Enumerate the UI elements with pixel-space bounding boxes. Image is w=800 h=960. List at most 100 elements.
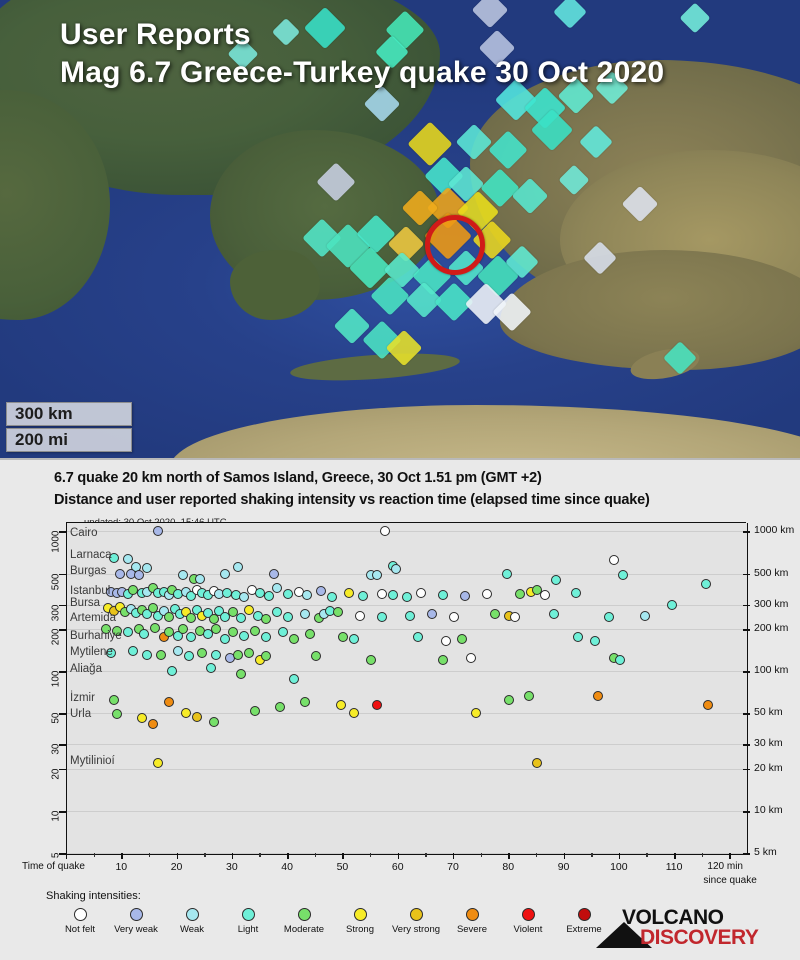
data-point: [142, 563, 153, 574]
gridline: [67, 810, 747, 812]
data-point: [236, 613, 247, 624]
data-point: [570, 588, 581, 599]
data-point: [194, 574, 205, 585]
data-point: [136, 713, 147, 724]
x-tick-label: 110: [665, 861, 683, 873]
data-point: [249, 625, 260, 636]
data-point: [540, 590, 551, 601]
data-point: [366, 655, 377, 666]
data-point: [263, 591, 274, 602]
data-point: [357, 591, 368, 602]
x-tick-major: [674, 853, 676, 859]
x-tick-major: [452, 853, 455, 859]
data-point: [111, 709, 122, 720]
legend-item[interactable]: Violent: [500, 908, 556, 935]
data-point: [277, 627, 288, 638]
data-point: [355, 610, 365, 621]
data-point: [504, 695, 515, 706]
data-point: [379, 526, 390, 537]
data-point: [178, 569, 189, 580]
city-label: Istanbul: [70, 584, 111, 597]
map-title-block: User Reports Mag 6.7 Greece-Turkey quake…: [60, 16, 664, 92]
x-tick-minor: [535, 853, 538, 857]
x-tick-major: [397, 853, 400, 859]
epicenter-circle: [425, 215, 485, 275]
data-point: [377, 611, 388, 622]
data-point: [305, 628, 316, 639]
data-point: [327, 591, 338, 602]
scale-bar-km: 300 km: [6, 402, 132, 426]
data-point: [211, 624, 222, 635]
data-point: [208, 717, 219, 728]
data-point: [343, 588, 354, 599]
gridline: [67, 531, 747, 533]
data-point: [509, 611, 520, 622]
legend-item[interactable]: Severe: [444, 908, 500, 935]
legend-color-swatch: [297, 908, 311, 921]
legend-item[interactable]: Light: [220, 908, 276, 935]
legend-item[interactable]: Strong: [332, 908, 388, 935]
legend-item[interactable]: Very strong: [388, 908, 444, 935]
city-label: İzmir: [70, 692, 95, 705]
x-tick-minor: [204, 853, 206, 857]
legend-label: Very weak: [114, 924, 158, 935]
x-tick-label: 40: [281, 861, 293, 873]
data-point: [377, 589, 388, 600]
x-tick-label: 20: [170, 861, 183, 873]
map-panel[interactable]: User Reports Mag 6.7 Greece-Turkey quake…: [0, 0, 800, 458]
y-tick-mark-right: [743, 531, 750, 534]
data-point: [316, 586, 327, 596]
chart-panel: 6.7 quake 20 km north of Samos Island, G…: [0, 458, 800, 960]
data-point: [551, 574, 562, 585]
gridline: [67, 853, 747, 854]
data-point: [302, 590, 313, 601]
data-point: [371, 569, 382, 580]
city-label: Urla: [70, 707, 92, 720]
data-point: [236, 669, 247, 680]
y-tick-label-right: 500 km: [754, 566, 789, 579]
data-point: [531, 758, 542, 769]
legend-item[interactable]: Weak: [164, 908, 220, 935]
y-tick-mark-right: [743, 713, 750, 715]
legend-color-swatch: [241, 908, 255, 921]
data-point: [108, 695, 119, 706]
x-tick-minor: [646, 853, 648, 857]
data-point: [272, 582, 283, 593]
legend-item[interactable]: Not felt: [52, 908, 108, 935]
scale-bar-mi: 200 mi: [6, 428, 132, 452]
y-tick-mark-right: [743, 768, 750, 771]
data-point: [233, 561, 244, 572]
x-tick-minor: [148, 853, 151, 857]
data-point: [283, 589, 294, 600]
data-point: [490, 609, 501, 620]
data-point: [128, 645, 139, 656]
volcanodiscovery-logo[interactable]: VOLCANO DISCOVERY: [596, 906, 776, 954]
x-tick-major: [287, 853, 289, 859]
data-point: [191, 712, 202, 723]
legend-color-swatch: [521, 908, 535, 921]
legend-item[interactable]: Very weak: [108, 908, 164, 935]
legend-label: Moderate: [283, 924, 325, 935]
legend-color-swatch: [353, 908, 367, 921]
data-point: [261, 632, 272, 643]
data-point: [219, 634, 230, 644]
data-point: [404, 610, 415, 621]
y-tick-label-right: 1000 km: [754, 524, 795, 537]
scatter-plot-area[interactable]: [66, 523, 748, 854]
data-point: [667, 599, 678, 610]
data-point: [413, 632, 424, 643]
data-point: [589, 635, 600, 646]
legend-color-swatch: [185, 908, 199, 921]
data-point: [402, 591, 412, 602]
data-point: [592, 690, 603, 701]
data-point: [244, 647, 255, 658]
y-tick-mark-right: [743, 573, 750, 576]
data-point: [122, 553, 133, 564]
data-point: [460, 591, 471, 602]
data-point: [172, 645, 183, 656]
data-point: [147, 718, 158, 729]
legend-item[interactable]: Moderate: [276, 908, 332, 935]
city-label: Mytilene: [70, 646, 113, 659]
data-point: [609, 555, 620, 566]
data-point: [227, 627, 238, 638]
